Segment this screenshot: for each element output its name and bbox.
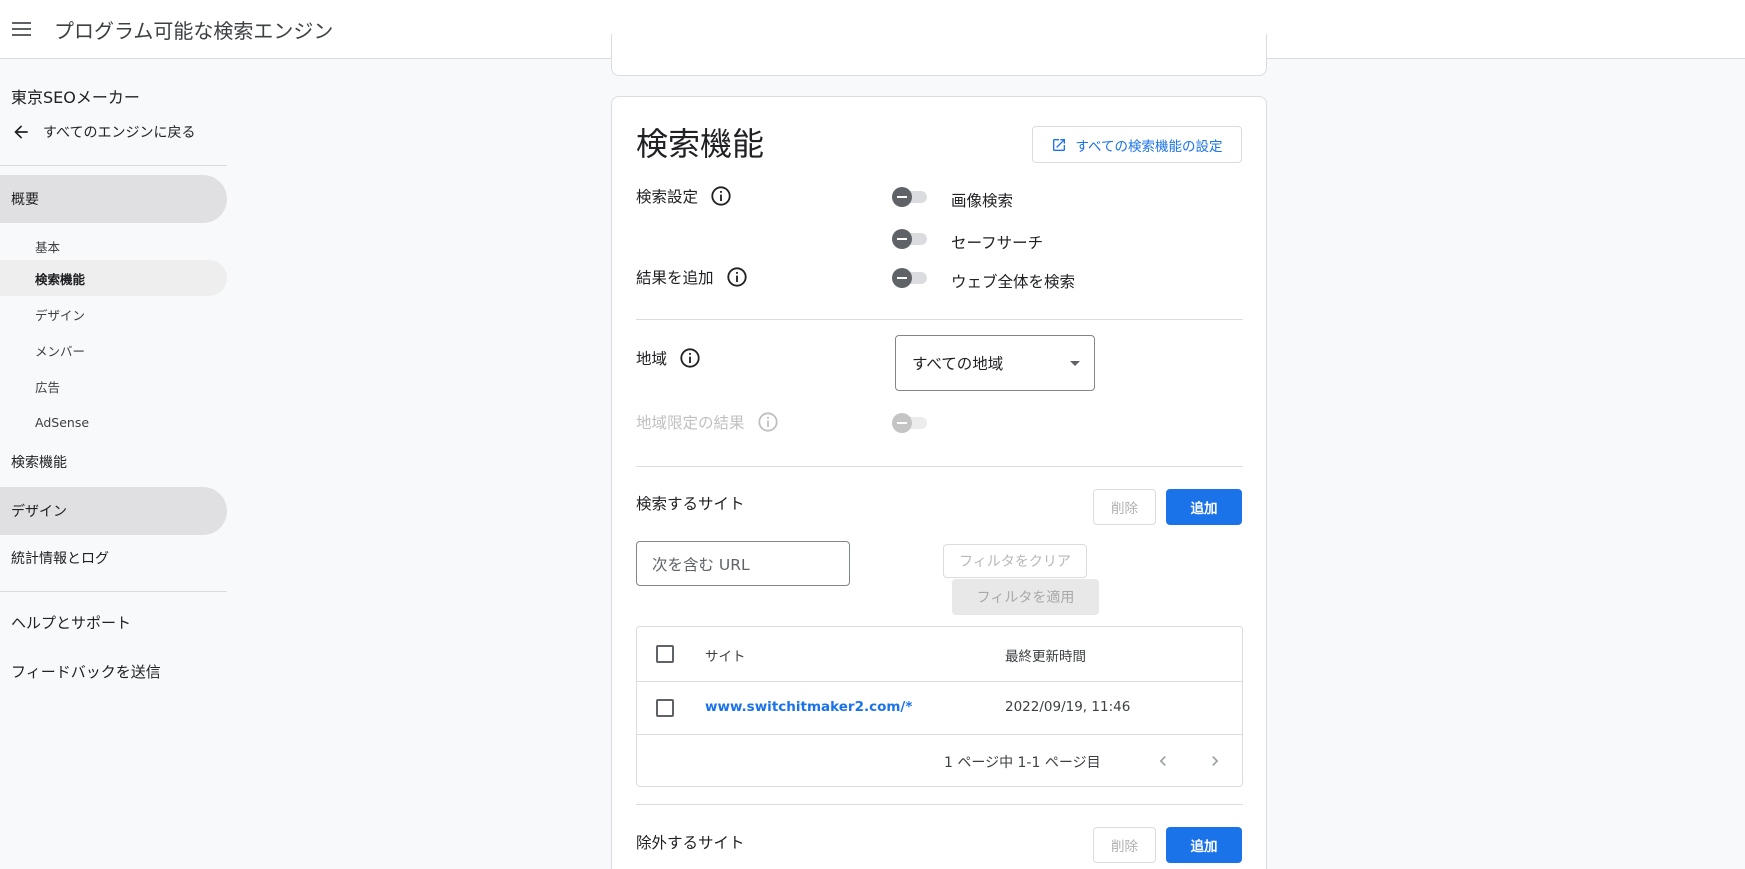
sidebar-subitem-ads[interactable]: 広告 xyxy=(0,368,227,404)
image-search-label: 画像検索 xyxy=(951,192,1014,210)
search-features-card: 検索機能 すべての検索機能の設定 検索設定 画像検索 セーフサーチ 結果を追加 … xyxy=(611,96,1267,869)
table-header: サイト 最終更新時間 xyxy=(637,627,1242,682)
web-search-label: ウェブ全体を検索 xyxy=(951,273,1076,291)
sidebar: 東京SEOメーカー すべてのエンジンに戻る 概要 基本 検索機能 デザイン メン… xyxy=(0,60,228,869)
chevron-left-icon[interactable] xyxy=(1151,749,1175,773)
sidebar-item-label: 概要 xyxy=(11,192,39,208)
sidebar-item-label: メンバー xyxy=(35,343,86,359)
sidebar-item-label: デザイン xyxy=(35,307,86,323)
previous-card xyxy=(611,34,1267,76)
sidebar-subitem-design[interactable]: デザイン xyxy=(0,296,227,332)
add-excluded-site-button[interactable]: 追加 xyxy=(1166,827,1242,863)
site-url-link[interactable]: www.switchitmaker2.com/* xyxy=(705,699,912,715)
hamburger-menu-icon[interactable] xyxy=(12,17,36,41)
sidebar-item-label: フィードバックを送信 xyxy=(11,662,161,681)
sidebar-item-feedback[interactable]: フィードバックを送信 xyxy=(0,647,227,695)
all-settings-label: すべての検索機能の設定 xyxy=(1075,138,1223,155)
sidebar-item-label: デザイン xyxy=(11,504,67,520)
info-icon[interactable] xyxy=(726,266,748,288)
select-all-checkbox[interactable] xyxy=(656,645,674,663)
info-icon[interactable] xyxy=(710,185,732,207)
add-site-button[interactable]: 追加 xyxy=(1166,489,1242,525)
label-text: 結果を追加 xyxy=(636,269,714,287)
safe-search-toggle[interactable] xyxy=(892,229,927,249)
add-results-label: 結果を追加 xyxy=(636,266,748,288)
search-settings-label: 検索設定 xyxy=(636,185,732,207)
sites-table: サイト 最終更新時間 www.switchitmaker2.com/* 2022… xyxy=(636,626,1243,787)
sidebar-item-label: 広告 xyxy=(35,379,61,395)
card-title: 検索機能 xyxy=(636,125,765,163)
info-icon xyxy=(757,411,779,433)
sidebar-subitem-basic[interactable]: 基本 xyxy=(0,228,227,264)
sidebar-subitem-members[interactable]: メンバー xyxy=(0,332,227,368)
sidebar-divider xyxy=(0,165,227,166)
region-results-toggle xyxy=(892,413,927,433)
sidebar-subitem-search-features[interactable]: 検索機能 xyxy=(0,260,227,296)
web-search-toggle[interactable] xyxy=(892,268,927,288)
column-header-site: サイト xyxy=(705,649,746,665)
dropdown-arrow-icon xyxy=(1070,360,1080,366)
back-link-label: すべてのエンジンに戻る xyxy=(43,125,196,141)
apply-filter-button[interactable]: フィルタを適用 xyxy=(952,579,1099,615)
sidebar-subitem-adsense[interactable]: AdSense xyxy=(0,404,227,440)
column-header-updated: 最終更新時間 xyxy=(1005,649,1086,665)
image-search-toggle[interactable] xyxy=(892,187,927,207)
label-text: 地域限定の結果 xyxy=(636,414,745,432)
pagination: 1 ページ中 1-1 ページ目 xyxy=(637,735,1242,787)
sidebar-item-stats-logs[interactable]: 統計情報とログ xyxy=(0,534,227,582)
sidebar-item-label: 統計情報とログ xyxy=(11,551,109,567)
row-checkbox[interactable] xyxy=(656,699,674,717)
arrow-back-icon xyxy=(14,125,28,139)
chevron-right-icon[interactable] xyxy=(1203,749,1227,773)
sites-to-exclude-title: 除外するサイト xyxy=(636,834,745,852)
safe-search-label: セーフサーチ xyxy=(951,234,1044,252)
info-icon[interactable] xyxy=(679,347,701,369)
region-label: 地域 xyxy=(636,347,701,369)
region-select[interactable]: すべての地域 xyxy=(895,335,1095,391)
divider xyxy=(636,804,1243,805)
sidebar-item-label: 検索機能 xyxy=(11,455,67,471)
divider xyxy=(636,466,1243,467)
sidebar-item-help[interactable]: ヘルプとサポート xyxy=(0,598,227,646)
sidebar-item-search-features[interactable]: 検索機能 xyxy=(0,438,227,486)
sidebar-item-label: AdSense xyxy=(35,414,90,430)
all-search-settings-button[interactable]: すべての検索機能の設定 xyxy=(1032,126,1242,163)
sidebar-item-overview[interactable]: 概要 xyxy=(0,175,227,223)
label-text: 検索設定 xyxy=(636,188,699,206)
clear-filter-button[interactable]: フィルタをクリア xyxy=(943,544,1087,578)
engine-name: 東京SEOメーカー xyxy=(11,88,140,107)
app-title: プログラム可能な検索エンジン xyxy=(54,18,334,43)
last-updated-value: 2022/09/19, 11:46 xyxy=(1005,699,1131,715)
url-filter-input[interactable]: 次を含む URL xyxy=(636,541,850,586)
sidebar-item-design[interactable]: デザイン xyxy=(0,487,227,535)
divider xyxy=(636,319,1243,320)
region-select-value: すべての地域 xyxy=(912,355,1004,373)
pagination-text: 1 ページ中 1-1 ページ目 xyxy=(944,755,1101,771)
sidebar-item-label: 検索機能 xyxy=(35,271,86,287)
table-row: www.switchitmaker2.com/* 2022/09/19, 11:… xyxy=(637,682,1242,735)
delete-excluded-site-button[interactable]: 削除 xyxy=(1093,827,1156,863)
sidebar-item-label: 基本 xyxy=(35,239,61,255)
open-in-new-icon xyxy=(1053,138,1066,151)
sidebar-divider xyxy=(0,591,227,592)
region-results-label: 地域限定の結果 xyxy=(636,411,779,433)
delete-site-button[interactable]: 削除 xyxy=(1093,489,1156,525)
back-to-all-engines-link[interactable]: すべてのエンジンに戻る xyxy=(11,122,195,142)
sidebar-item-label: ヘルプとサポート xyxy=(11,613,132,632)
label-text: 地域 xyxy=(636,350,668,368)
sites-to-search-title: 検索するサイト xyxy=(636,495,745,513)
